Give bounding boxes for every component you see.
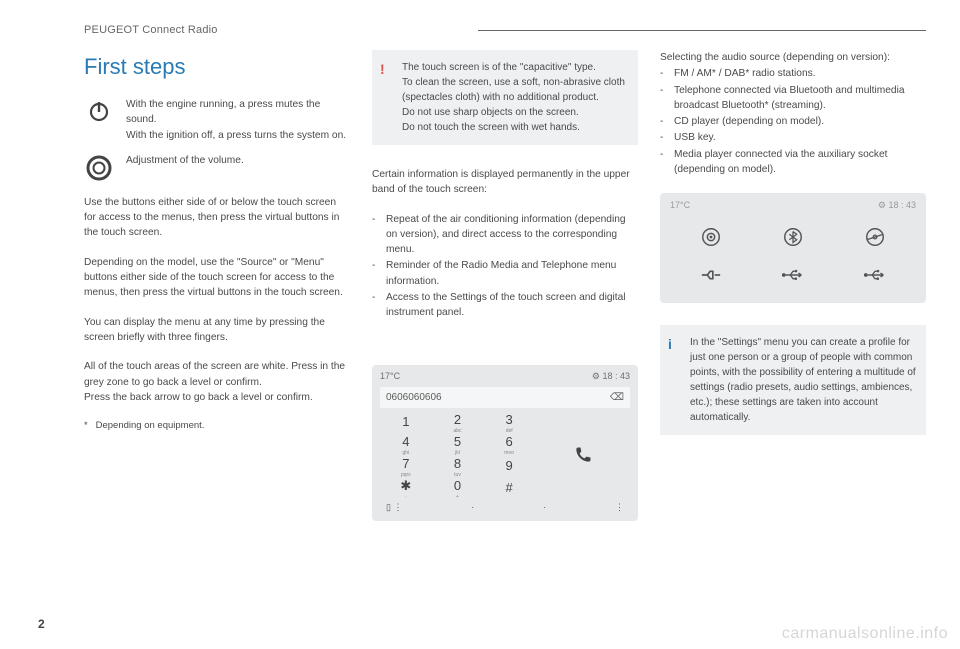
col3-intro: Selecting the audio source (depending on…: [660, 50, 926, 65]
page-header: PEUGEOT Connect Radio: [84, 24, 926, 36]
header-title: PEUGEOT Connect Radio: [84, 24, 218, 36]
watermark: carmanualsonline.info: [782, 625, 948, 643]
volume-row: Adjustment of the volume.: [84, 153, 350, 181]
key-1[interactable]: 1: [380, 411, 432, 433]
page-number: 2: [38, 617, 45, 631]
key-2[interactable]: 2abc: [432, 411, 484, 433]
col3-bullet: Telephone connected via Bluetooth and mu…: [660, 83, 926, 114]
warning-box: ! The touch screen is of the "capacitive…: [372, 50, 638, 145]
mock-clock: ⚙ 18 : 43: [592, 370, 630, 384]
page-title: First steps: [84, 50, 350, 83]
col3-bullet: CD player (depending on model).: [660, 114, 926, 129]
col1-para-1: Use the buttons either side of or below …: [84, 195, 350, 241]
exclamation-icon: !: [380, 59, 385, 80]
col3-bullet: Media player connected via the auxiliary…: [660, 147, 926, 178]
source-radio-icon[interactable]: [698, 224, 724, 250]
info-box: i In the "Settings" menu you can create …: [660, 325, 926, 435]
backspace-icon[interactable]: ⌫: [610, 390, 624, 405]
dial-pad: 1 2abc 3def 4ghi 5jkl 6mno 7pqrs 8tuv 9 …: [380, 411, 535, 499]
footnote: * Depending on equipment.: [84, 419, 350, 433]
col1-para-3: You can display the menu at any time by …: [84, 315, 350, 346]
key-8[interactable]: 8tuv: [432, 455, 484, 477]
mock-temp: 17°C: [380, 370, 400, 384]
menu-dots-icon[interactable]: ⋮: [615, 501, 624, 515]
source-usb2-icon[interactable]: [862, 262, 888, 288]
key-4[interactable]: 4ghi: [380, 433, 432, 455]
volume-text: Adjustment of the volume.: [126, 153, 350, 168]
col1-para-4: All of the touch areas of the screen are…: [84, 359, 350, 405]
header-rule: [478, 30, 926, 31]
mock-bottom-bar: ▯ ⋮ · · ⋮: [380, 499, 630, 515]
footnote-text: Depending on equipment.: [96, 420, 205, 431]
source-aux-icon[interactable]: [698, 262, 724, 288]
dialed-number: 0606060606: [386, 390, 442, 405]
key-0[interactable]: 0+: [432, 477, 484, 499]
source-cd-icon[interactable]: [862, 224, 888, 250]
col2-intro: Certain information is displayed permane…: [372, 167, 638, 198]
key-hash[interactable]: #: [483, 477, 535, 499]
mock2-temp: 17°C: [670, 199, 690, 213]
manual-page: PEUGEOT Connect Radio First steps With t…: [0, 0, 960, 649]
power-row: With the engine running, a press mutes t…: [84, 97, 350, 143]
dialed-number-box[interactable]: 0606060606 ⌫: [380, 387, 630, 408]
column-middle: ! The touch screen is of the "capacitive…: [372, 50, 638, 603]
power-icon: [84, 97, 114, 123]
mock2-clock: ⚙ 18 : 43: [878, 199, 916, 213]
warning-text: The touch screen is of the "capacitive" …: [402, 62, 625, 133]
key-9[interactable]: 9: [483, 455, 535, 477]
col2-bullet: Repeat of the air conditioning informati…: [372, 212, 638, 258]
source-select-mockup: 17°C ⚙ 18 : 43: [660, 193, 926, 303]
column-left: First steps With the engine running, a p…: [84, 50, 350, 603]
col2-bullet: Reminder of the Radio Media and Telephon…: [372, 258, 638, 289]
key-5[interactable]: 5jkl: [432, 433, 484, 455]
key-6[interactable]: 6mno: [483, 433, 535, 455]
contacts-icon[interactable]: ▯ ⋮: [386, 501, 402, 515]
info-icon: i: [668, 334, 672, 355]
col2-bullet-list: Repeat of the air conditioning informati…: [372, 212, 638, 321]
col2-bullet: Access to the Settings of the touch scre…: [372, 290, 638, 321]
content-columns: First steps With the engine running, a p…: [84, 50, 926, 603]
power-text: With the engine running, a press mutes t…: [126, 97, 350, 143]
key-7[interactable]: 7pqrs: [380, 455, 432, 477]
key-star[interactable]: ✱·: [380, 477, 432, 499]
source-usb1-icon[interactable]: [780, 262, 806, 288]
source-bluetooth-icon[interactable]: [780, 224, 806, 250]
col3-bullet-list: FM / AM* / DAB* radio stations. Telephon…: [660, 66, 926, 177]
column-right: Selecting the audio source (depending on…: [660, 50, 926, 603]
key-3[interactable]: 3def: [483, 411, 535, 433]
col3-bullet: USB key.: [660, 130, 926, 145]
volume-dial-icon: [84, 153, 114, 181]
call-button[interactable]: [535, 411, 630, 499]
phone-dialpad-mockup: 17°C ⚙ 18 : 43 0606060606 ⌫ 1 2abc 3def …: [372, 365, 638, 521]
col1-para-2: Depending on the model, use the "Source"…: [84, 255, 350, 301]
info-text: In the "Settings" menu you can create a …: [690, 337, 916, 423]
footnote-symbol: *: [84, 420, 88, 431]
col3-bullet: FM / AM* / DAB* radio stations.: [660, 66, 926, 81]
